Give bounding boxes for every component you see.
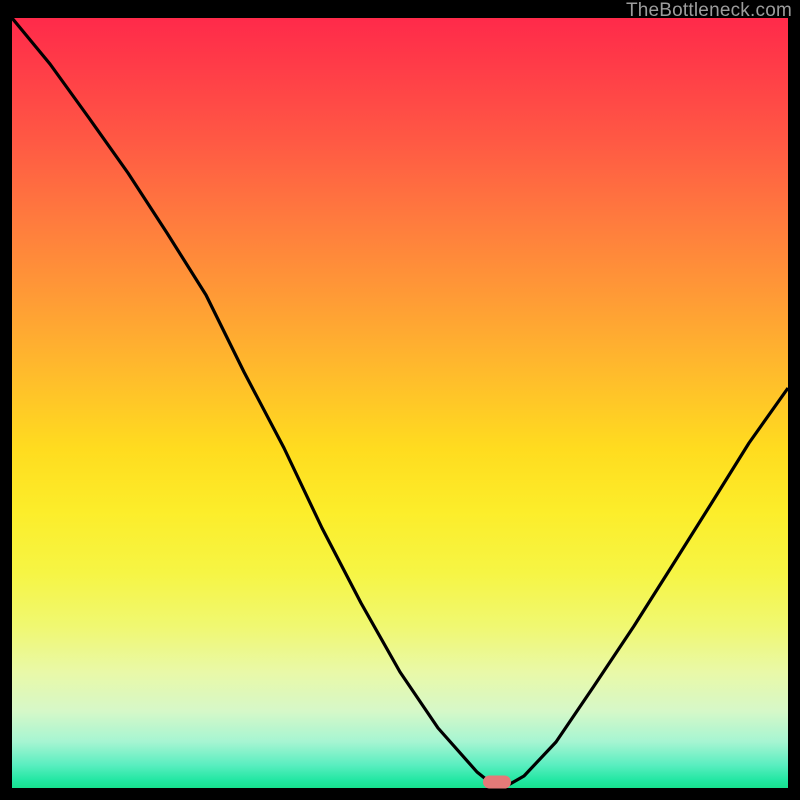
plot-area (12, 18, 788, 788)
curve-layer (12, 18, 788, 788)
bottleneck-chart: TheBottleneck.com (0, 0, 800, 800)
optimum-marker (483, 775, 511, 788)
watermark-text: TheBottleneck.com (626, 0, 792, 22)
bottleneck-curve (12, 18, 788, 784)
